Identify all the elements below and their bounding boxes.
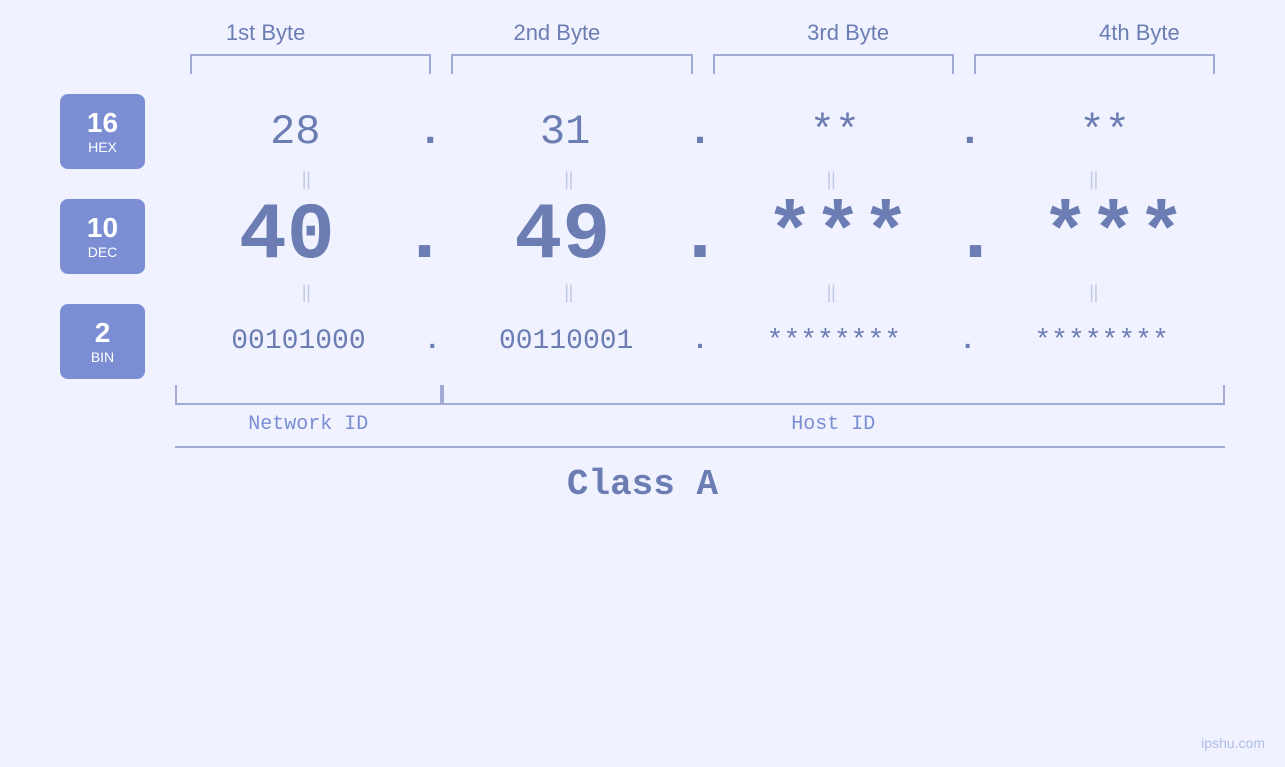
hex-byte4: ** xyxy=(984,108,1225,156)
vert-sep-2: ‖ ‖ ‖ ‖ xyxy=(175,282,1225,304)
network-id-label: Network ID xyxy=(248,413,368,436)
watermark: ipshu.com xyxy=(1201,735,1265,751)
full-bottom-bracket xyxy=(175,446,1225,448)
hex-row: 16 HEX 28 . 31 . ** . ** xyxy=(60,94,1225,169)
top-brackets xyxy=(180,54,1225,74)
dec-byte2: 49 xyxy=(451,191,674,282)
hex-byte3: ** xyxy=(715,108,956,156)
host-id-bracket xyxy=(442,385,1226,405)
bin-val-1: 00101000 xyxy=(231,326,365,357)
bin-byte1: 00101000 xyxy=(175,326,422,357)
dec-row: 10 DEC 40 . 49 . *** . *** xyxy=(60,191,1225,282)
vsep-1-4: ‖ xyxy=(963,169,1226,191)
bin-byte4: ******** xyxy=(978,326,1225,357)
dec-badge: 10 DEC xyxy=(60,199,145,274)
bin-dot-1: . xyxy=(422,326,443,357)
dec-byte1: 40 xyxy=(175,191,398,282)
bracket-2 xyxy=(451,54,692,74)
hex-dot-3: . xyxy=(955,108,984,156)
vsep-1-3: ‖ xyxy=(700,169,963,191)
byte4-header: 4th Byte xyxy=(994,20,1285,54)
hex-dot-1: . xyxy=(416,108,445,156)
bin-badge-number: 2 xyxy=(95,318,111,349)
hex-dot-2: . xyxy=(685,108,714,156)
network-id-bracket xyxy=(175,385,442,405)
bracket-4 xyxy=(974,54,1215,74)
dec-byte3: *** xyxy=(726,191,949,282)
vsep-1-1: ‖ xyxy=(175,169,438,191)
host-id-label: Host ID xyxy=(791,413,875,436)
hex-val-4: ** xyxy=(1080,108,1130,156)
bin-byte3: ******** xyxy=(710,326,957,357)
dec-val-1: 40 xyxy=(239,191,335,282)
bin-badge: 2 BIN xyxy=(60,304,145,379)
dec-dot-2: . xyxy=(674,191,726,282)
vsep-2-4: ‖ xyxy=(963,282,1226,304)
bin-dot-2: . xyxy=(690,326,711,357)
vsep-2-2: ‖ xyxy=(438,282,701,304)
class-label: Class A xyxy=(567,464,718,505)
bin-val-4: ******** xyxy=(1034,326,1168,357)
bin-val-3: ******** xyxy=(767,326,901,357)
dec-byte4: *** xyxy=(1002,191,1225,282)
hex-byte2: 31 xyxy=(445,108,686,156)
dec-bytes: 40 . 49 . *** . *** xyxy=(175,191,1225,282)
vsep-2-1: ‖ xyxy=(175,282,438,304)
hex-byte1: 28 xyxy=(175,108,416,156)
main-container: 1st Byte 2nd Byte 3rd Byte 4th Byte 16 H… xyxy=(0,0,1285,767)
vsep-2-3: ‖ xyxy=(700,282,963,304)
hex-bytes: 28 . 31 . ** . ** xyxy=(175,108,1225,156)
hex-val-2: 31 xyxy=(540,108,590,156)
byte2-header: 2nd Byte xyxy=(411,20,702,54)
dec-val-3: *** xyxy=(766,191,910,282)
hex-val-1: 28 xyxy=(270,108,320,156)
bin-row: 2 BIN 00101000 . 00110001 . ******** . *… xyxy=(60,304,1225,379)
dec-dot-3: . xyxy=(949,191,1001,282)
bin-badge-label: BIN xyxy=(91,349,114,365)
bin-byte2: 00110001 xyxy=(443,326,690,357)
bin-bytes: 00101000 . 00110001 . ******** . *******… xyxy=(175,326,1225,357)
byte3-header: 3rd Byte xyxy=(703,20,994,54)
dec-val-2: 49 xyxy=(514,191,610,282)
bin-dot-3: . xyxy=(957,326,978,357)
bracket-1 xyxy=(190,54,431,74)
class-row: Class A xyxy=(60,464,1225,505)
bottom-labels: Network ID Host ID xyxy=(175,385,1225,436)
byte-headers: 1st Byte 2nd Byte 3rd Byte 4th Byte xyxy=(120,20,1285,54)
hex-badge-label: HEX xyxy=(88,139,117,155)
dec-val-4: *** xyxy=(1041,191,1185,282)
vsep-1-2: ‖ xyxy=(438,169,701,191)
dec-badge-number: 10 xyxy=(87,213,118,244)
hex-badge: 16 HEX xyxy=(60,94,145,169)
network-id-section: Network ID xyxy=(175,385,442,436)
dec-dot-1: . xyxy=(398,191,450,282)
hex-badge-number: 16 xyxy=(87,108,118,139)
hex-val-3: ** xyxy=(810,108,860,156)
bracket-3 xyxy=(713,54,954,74)
host-id-section: Host ID xyxy=(442,385,1226,436)
vert-sep-1: ‖ ‖ ‖ ‖ xyxy=(175,169,1225,191)
bin-val-2: 00110001 xyxy=(499,326,633,357)
byte1-header: 1st Byte xyxy=(120,20,411,54)
dec-badge-label: DEC xyxy=(88,244,118,260)
